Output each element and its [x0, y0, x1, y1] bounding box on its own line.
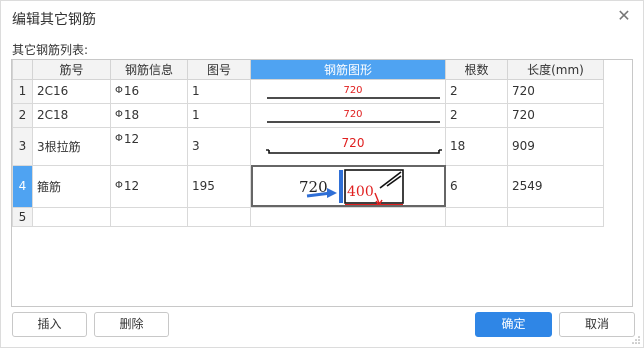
ok-button[interactable]: 确定 — [475, 312, 552, 337]
shape-dimension-label-b: 400 — [347, 184, 374, 200]
shape-dimension-label: 720 — [342, 136, 365, 150]
bar-number-cell[interactable]: 3根拉筋 — [32, 126, 111, 166]
row-number[interactable]: 1 — [12, 78, 33, 104]
bar-number-cell[interactable]: 2C18 — [32, 102, 111, 128]
steel-grade-icon: Φ — [115, 180, 123, 191]
close-icon[interactable]: ✕ — [615, 8, 633, 26]
rebar-table: 筋号 钢筋信息 图号 钢筋图形 根数 长度(mm) 1 2C16 Φ16 1 7… — [12, 60, 604, 227]
rebar-list-label: 其它钢筋列表: — [12, 43, 89, 57]
tie-bar-shape: 720 — [266, 136, 442, 154]
figure-number-cell[interactable] — [187, 206, 251, 227]
cancel-button[interactable]: 取消 — [559, 312, 635, 337]
stirrup-shape: 720 400 — [299, 168, 404, 207]
straight-bar-shape: 720 — [267, 85, 440, 99]
count-cell[interactable]: 18 — [445, 126, 508, 166]
table-row[interactable]: 1 2C16 Φ16 1 720 2 720 — [12, 78, 604, 104]
column-header-steel-info[interactable]: 钢筋信息 — [110, 60, 188, 80]
bar-number-cell[interactable]: 2C16 — [32, 78, 111, 104]
steel-info-cell[interactable] — [110, 206, 188, 227]
length-cell[interactable]: 2549 — [507, 164, 604, 208]
steel-grade-icon: Φ — [115, 85, 123, 96]
dialog-title: 编辑其它钢筋 — [12, 12, 96, 28]
count-cell[interactable]: 2 — [445, 78, 508, 104]
table-row[interactable]: 2 2C18 Φ18 1 720 2 720 — [12, 102, 604, 128]
figure-number-cell[interactable]: 1 — [187, 78, 251, 104]
bar-shape-cell[interactable]: 720 — [250, 102, 446, 128]
bar-shape-cell[interactable] — [250, 206, 446, 227]
bar-shape-cell[interactable]: 720 — [250, 126, 446, 166]
steel-info-cell[interactable]: Φ18 — [110, 102, 188, 128]
bar-shape-cell[interactable]: 720 400 — [250, 164, 446, 208]
column-header-bar-number[interactable]: 筋号 — [32, 60, 111, 80]
table-header-row: 筋号 钢筋信息 图号 钢筋图形 根数 长度(mm) — [12, 60, 604, 80]
steel-diameter: 18 — [123, 108, 140, 122]
row-number[interactable]: 2 — [12, 102, 33, 128]
steel-diameter: 16 — [123, 84, 140, 98]
corner-header — [12, 60, 33, 80]
title-bar: 编辑其它钢筋 ✕ — [1, 1, 643, 35]
straight-bar-shape: 720 — [267, 109, 440, 123]
length-cell[interactable]: 720 — [507, 102, 604, 128]
count-cell[interactable]: 2 — [445, 102, 508, 128]
steel-info-cell[interactable]: Φ16 — [110, 78, 188, 104]
table-row[interactable]: 3 3根拉筋 Φ12 3 720 18 909 — [12, 126, 604, 166]
length-cell[interactable]: 909 — [507, 126, 604, 166]
shape-dimension-label: 720 — [343, 109, 362, 120]
count-cell[interactable]: 6 — [445, 164, 508, 208]
column-header-length[interactable]: 长度(mm) — [507, 60, 604, 80]
rebar-table-container: 筋号 钢筋信息 图号 钢筋图形 根数 长度(mm) 1 2C16 Φ16 1 7… — [11, 59, 633, 307]
shape-dimension-label: 720 — [343, 85, 362, 96]
table-row[interactable]: 5 — [12, 206, 604, 227]
count-cell[interactable] — [445, 206, 508, 227]
length-cell[interactable] — [507, 206, 604, 227]
figure-number-cell[interactable]: 3 — [187, 126, 251, 166]
column-header-bar-shape[interactable]: 钢筋图形 — [250, 60, 446, 80]
column-header-count[interactable]: 根数 — [445, 60, 508, 80]
steel-grade-icon: Φ — [115, 109, 123, 120]
resize-grip-icon[interactable] — [632, 336, 640, 344]
steel-grade-icon: Φ — [115, 132, 123, 144]
row-number[interactable]: 3 — [12, 126, 33, 166]
table-row[interactable]: 4 箍筋 Φ12 195 720 400 6 2549 — [12, 164, 604, 208]
steel-diameter: 12 — [123, 131, 140, 146]
steel-info-cell[interactable]: Φ12 — [110, 164, 188, 208]
column-header-figure-number[interactable]: 图号 — [187, 60, 251, 80]
figure-number-cell[interactable]: 1 — [187, 102, 251, 128]
steel-info-cell[interactable]: Φ12 — [110, 126, 188, 166]
row-number[interactable]: 5 — [12, 206, 33, 227]
delete-button[interactable]: 删除 — [94, 312, 169, 337]
bar-shape-cell[interactable]: 720 — [250, 78, 446, 104]
length-cell[interactable]: 720 — [507, 78, 604, 104]
row-number[interactable]: 4 — [12, 164, 33, 208]
figure-number-cell[interactable]: 195 — [187, 164, 251, 208]
bar-number-cell[interactable]: 箍筋 — [32, 164, 111, 208]
bar-number-cell[interactable] — [32, 206, 111, 227]
steel-diameter: 12 — [123, 179, 140, 193]
edit-other-rebar-dialog: 编辑其它钢筋 ✕ 其它钢筋列表: 筋号 钢筋信息 图号 钢筋图形 根数 长度(m… — [0, 0, 644, 348]
insert-button[interactable]: 插入 — [12, 312, 87, 337]
